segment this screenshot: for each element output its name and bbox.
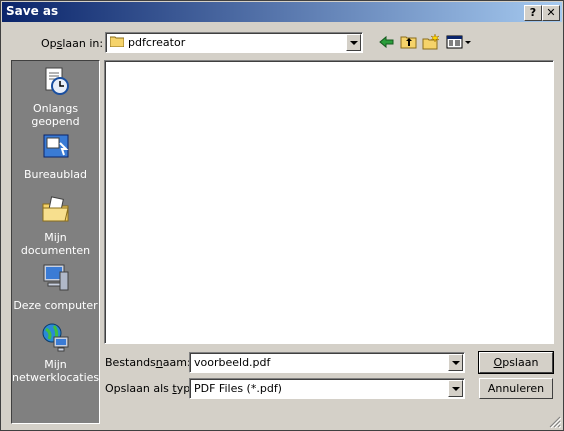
place-label: Bureaublad <box>23 168 88 181</box>
resize-grip-icon[interactable] <box>549 416 561 428</box>
save-in-label: Opslaan in: <box>41 37 104 50</box>
cancel-button[interactable]: Annuleren <box>479 378 553 399</box>
filetype-label: Opslaan als type: <box>105 382 201 395</box>
my-documents-icon <box>42 196 69 222</box>
place-network[interactable]: Mijn netwerklocaties <box>12 321 99 384</box>
save-in-value: pdfcreator <box>128 36 186 49</box>
network-places-icon <box>42 323 68 352</box>
place-my-documents[interactable]: Mijn documenten <box>12 194 99 257</box>
new-folder-icon[interactable] <box>422 33 440 51</box>
save-button[interactable]: Opslaan <box>478 351 554 374</box>
close-button[interactable]: ✕ <box>542 5 560 21</box>
up-folder-icon[interactable] <box>400 33 418 51</box>
place-label: Mijn netwerklocaties <box>12 358 100 384</box>
back-icon[interactable] <box>378 33 396 51</box>
place-label: Mijn documenten <box>20 231 91 257</box>
filename-label: Bestandsnaam: <box>105 356 191 369</box>
dialog-title: Save as <box>6 4 59 18</box>
save-in-dropdown[interactable]: pdfcreator <box>105 32 363 53</box>
recent-documents-icon <box>45 67 69 95</box>
view-menu-icon[interactable] <box>446 33 472 51</box>
place-my-computer[interactable]: Deze computer <box>12 262 99 312</box>
place-recent[interactable]: Onlangs geopend <box>12 65 99 128</box>
filename-field[interactable]: voorbeeld.pdf <box>189 352 465 373</box>
desktop-icon <box>43 134 68 158</box>
place-label: Deze computer <box>13 299 98 312</box>
folder-icon <box>110 36 124 47</box>
chevron-down-icon[interactable] <box>448 380 463 397</box>
chevron-down-icon[interactable] <box>346 34 361 51</box>
title-bar[interactable]: Save as ? ✕ <box>2 2 562 22</box>
place-desktop[interactable]: Bureaublad <box>12 131 99 181</box>
places-bar: Onlangs geopend Bureaublad Mijn document… <box>11 60 100 424</box>
save-as-dialog: Save as ? ✕ Opslaan in: pdfcreator Onlan… <box>0 0 564 431</box>
my-computer-icon <box>43 264 68 291</box>
file-list[interactable] <box>104 60 554 344</box>
filename-value[interactable]: voorbeeld.pdf <box>194 356 270 369</box>
place-label: Onlangs geopend <box>31 102 80 128</box>
help-button[interactable]: ? <box>524 5 542 21</box>
filetype-dropdown[interactable]: PDF Files (*.pdf) <box>189 378 465 399</box>
chevron-down-icon[interactable] <box>448 354 463 371</box>
filetype-value: PDF Files (*.pdf) <box>194 382 282 395</box>
